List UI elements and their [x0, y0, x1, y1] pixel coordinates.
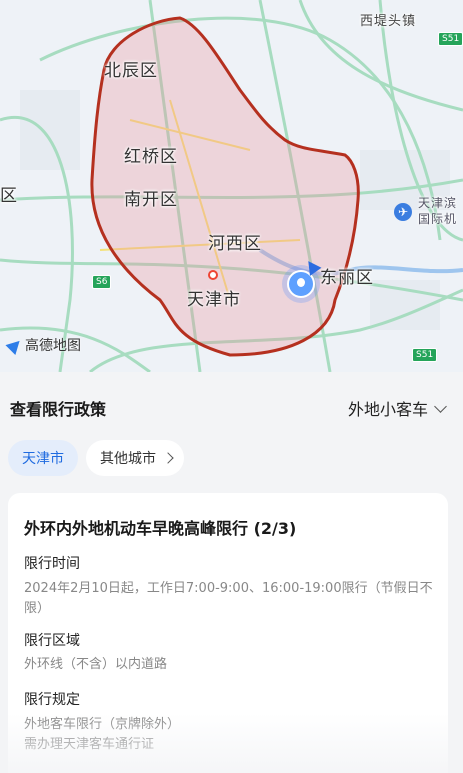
time-value: 2024年2月10日起，工作日7:00-9:00、16:00-19:00限行（节… — [24, 581, 433, 616]
city-label-tianjin: 天津市 — [187, 290, 241, 310]
airport-icon: ✈ — [394, 203, 412, 221]
city-tabs: 天津市 其他城市 — [8, 440, 184, 476]
rule-value-1: 外地客车限行（京牌除外） — [24, 717, 181, 732]
map-base — [0, 0, 463, 372]
district-label-hongqiao: 红桥区 — [124, 147, 178, 167]
chevron-right-icon — [162, 452, 174, 464]
rule-label: 限行规定 — [24, 692, 80, 708]
area-label: 限行区域 — [24, 633, 80, 649]
district-label-hexi: 河西区 — [208, 234, 262, 254]
road-badge-s51-bottom: S51 — [412, 348, 438, 362]
amap-logo-icon — [5, 335, 25, 355]
road-badge-s6: S6 — [92, 275, 112, 289]
map-logo: 高德地图 — [5, 335, 81, 355]
time-label: 限行时间 — [24, 556, 80, 572]
district-label-beichen: 北辰区 — [104, 61, 158, 81]
policy-sheet: 查看限行政策 外地小客车 天津市 其他城市 外环内外地机动车早晚高峰限行 (2/… — [0, 372, 463, 773]
vehicle-type-select[interactable]: 外地小客车 — [347, 396, 447, 420]
tab-tianjin[interactable]: 天津市 — [8, 440, 78, 476]
district-label-dongli: 东丽区 — [320, 268, 374, 288]
district-label-edge: 区 — [0, 186, 18, 206]
chevron-down-icon — [434, 399, 447, 413]
rule-value-2: 需办理天津客车通行证 — [24, 737, 155, 752]
place-label-airport-2: 国际机 — [418, 212, 458, 226]
district-label-nankai: 南开区 — [124, 190, 178, 210]
place-label-airport-1: 天津滨 — [418, 196, 458, 210]
tab-other-cities-label: 其他城市 — [100, 451, 156, 467]
vehicle-type-label: 外地小客车 — [347, 400, 428, 419]
sheet-header: 查看限行政策 外地小客车 — [0, 372, 463, 436]
tab-other-cities[interactable]: 其他城市 — [86, 440, 184, 476]
policy-title: 外环内外地机动车早晚高峰限行 (2/3) — [24, 519, 297, 538]
policy-card: 外环内外地机动车早晚高峰限行 (2/3) 限行时间 2024年2月10日起，工作… — [8, 493, 448, 773]
place-label-xidi: 西堤头镇 — [360, 14, 417, 29]
map-logo-text: 高德地图 — [25, 338, 81, 354]
road-badge-s51-top: S51 — [438, 32, 463, 46]
city-center-marker-icon — [208, 270, 218, 280]
map-view[interactable]: 北辰区 红桥区 南开区 河西区 天津市 东丽区 区 西堤头镇 天津滨 国际机 ✈… — [0, 0, 463, 372]
area-value: 外环线（不含）以内道路 — [24, 657, 168, 672]
sheet-title: 查看限行政策 — [10, 400, 107, 419]
